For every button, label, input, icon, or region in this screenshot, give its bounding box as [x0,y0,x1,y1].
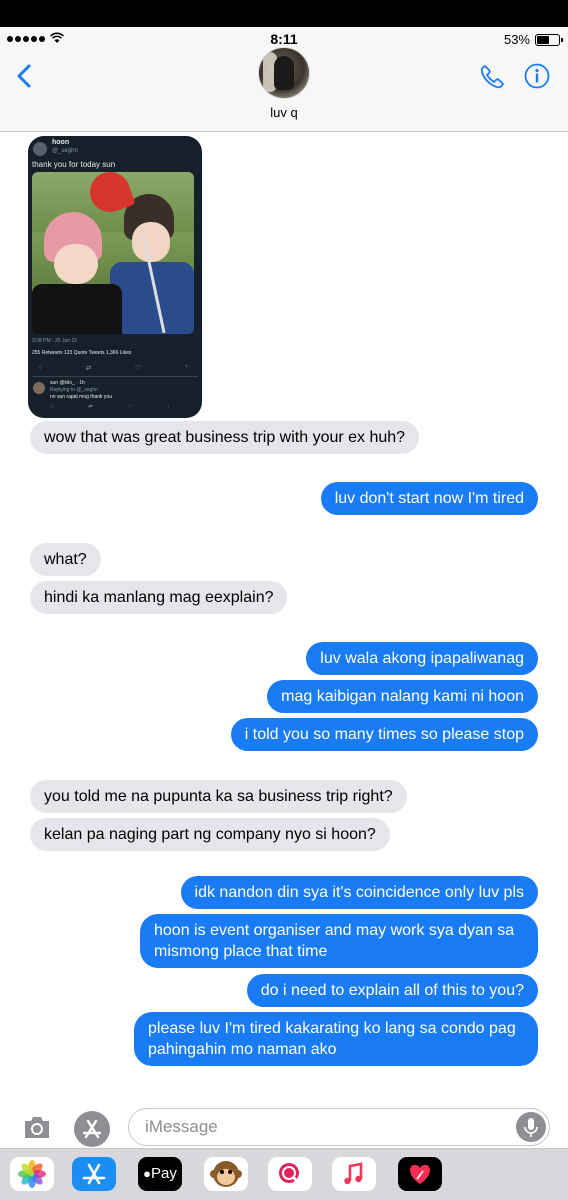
digital-touch-app-button[interactable] [398,1157,442,1191]
message-composer: iMessage [0,1104,568,1148]
back-chevron-icon[interactable] [14,63,38,89]
reply-avatar [33,382,45,394]
apple-logo-icon: ● [143,1166,151,1181]
tweet-text: thank you for today sun [32,160,116,169]
message-bubble-outgoing[interactable]: do i need to explain all of this to you? [246,974,538,1007]
search-images-app-button[interactable] [268,1157,312,1191]
phone-icon[interactable] [478,63,506,91]
microphone-button[interactable] [516,1112,546,1142]
music-app-button[interactable] [332,1157,376,1191]
status-time: 8:11 [270,31,298,47]
tweet-divider [32,376,198,377]
photos-app-button[interactable] [10,1157,54,1191]
reply-icon: ○ [38,364,43,371]
app-store-drawer-button[interactable] [72,1157,116,1191]
conversation-header: luv q [0,47,568,132]
retweet-icon: ⇄ [88,404,93,410]
heart-icon [410,1164,430,1184]
reply-name: sun @kilo_ · 1h [50,380,85,386]
tweet-photo [32,172,194,334]
app-store-icon [82,1163,106,1185]
like-icon: ♡ [134,365,142,372]
message-bubble-outgoing[interactable]: luv wala akong ipapaliwanag [306,642,538,675]
tweet-handle: @_seghn [52,148,78,154]
message-input-placeholder: iMessage [145,1117,218,1136]
app-store-icon [82,1119,102,1139]
message-bubble-outgoing[interactable]: idk nandon din sya it's coincidence only… [180,876,538,909]
share-icon: ↑ [167,404,170,410]
reply-to: Replying to @_seghn [50,387,98,393]
tweet-stats: 255 Retweets 123 Quote Tweets 1,366 Like… [32,350,132,356]
microphone-icon [524,1118,538,1137]
animoji-app-button[interactable] [204,1157,248,1191]
message-bubble-outgoing[interactable]: i told you so many times so please stop [230,718,544,751]
music-note-icon [344,1162,363,1185]
tweet-name: hoon [52,139,70,146]
apple-pay-button[interactable]: ●Pay [138,1157,182,1191]
photos-icon [18,1160,46,1188]
camera-icon[interactable] [22,1114,52,1140]
app-store-button[interactable] [74,1111,110,1147]
message-bubble-incoming[interactable]: you told me na pupunta ka sa business tr… [30,780,407,813]
tweet-actions: ○ ⇄ ♡ ↑ [38,364,188,372]
reply-text: no sun rapat mog thank you [50,394,112,400]
message-bubble-outgoing[interactable]: hoon is event organiser and may work sya… [140,914,538,968]
message-bubble-outgoing[interactable]: mag kaibigan nalang kami ni hoon [267,680,538,713]
battery-percent: 53% [503,32,530,47]
message-bubble-incoming[interactable]: wow that was great business trip with yo… [24,421,420,454]
info-icon[interactable] [524,63,550,89]
app-drawer: ●Pay [0,1148,568,1200]
reply-actions: ○ ⇄ ♡ ↑ [50,404,170,410]
message-bubble-incoming[interactable]: hindi ka manlang mag eexplain? [24,581,288,614]
like-icon: ♡ [127,404,133,410]
battery-icon [535,34,563,46]
message-input[interactable]: iMessage [128,1108,550,1146]
reply-icon: ○ [50,404,54,410]
share-icon: ↑ [184,364,188,371]
top-black-bar [0,0,568,27]
apple-pay-label: Pay [151,1165,177,1182]
retweet-icon: ⇄ [85,365,92,372]
tweet-screenshot-image[interactable]: hoon @_seghn thank you for today sun 3:0… [28,136,202,418]
monkey-icon [210,1161,242,1187]
message-bubble-outgoing[interactable]: please luv I'm tired kakarating ko lang … [134,1012,543,1066]
tweet-avatar [33,142,47,156]
message-bubble-outgoing[interactable]: luv don't start now I'm tired [320,482,544,515]
message-bubble-incoming[interactable]: kelan pa naging part ng company nyo si h… [25,818,390,851]
contact-avatar[interactable] [258,47,310,99]
tweet-meta: 3:08 PM · 25 Jun 22 [32,338,78,344]
globe-search-icon [279,1163,301,1185]
contact-name[interactable]: luv q [0,105,568,120]
message-bubble-incoming[interactable]: what? [30,543,101,576]
